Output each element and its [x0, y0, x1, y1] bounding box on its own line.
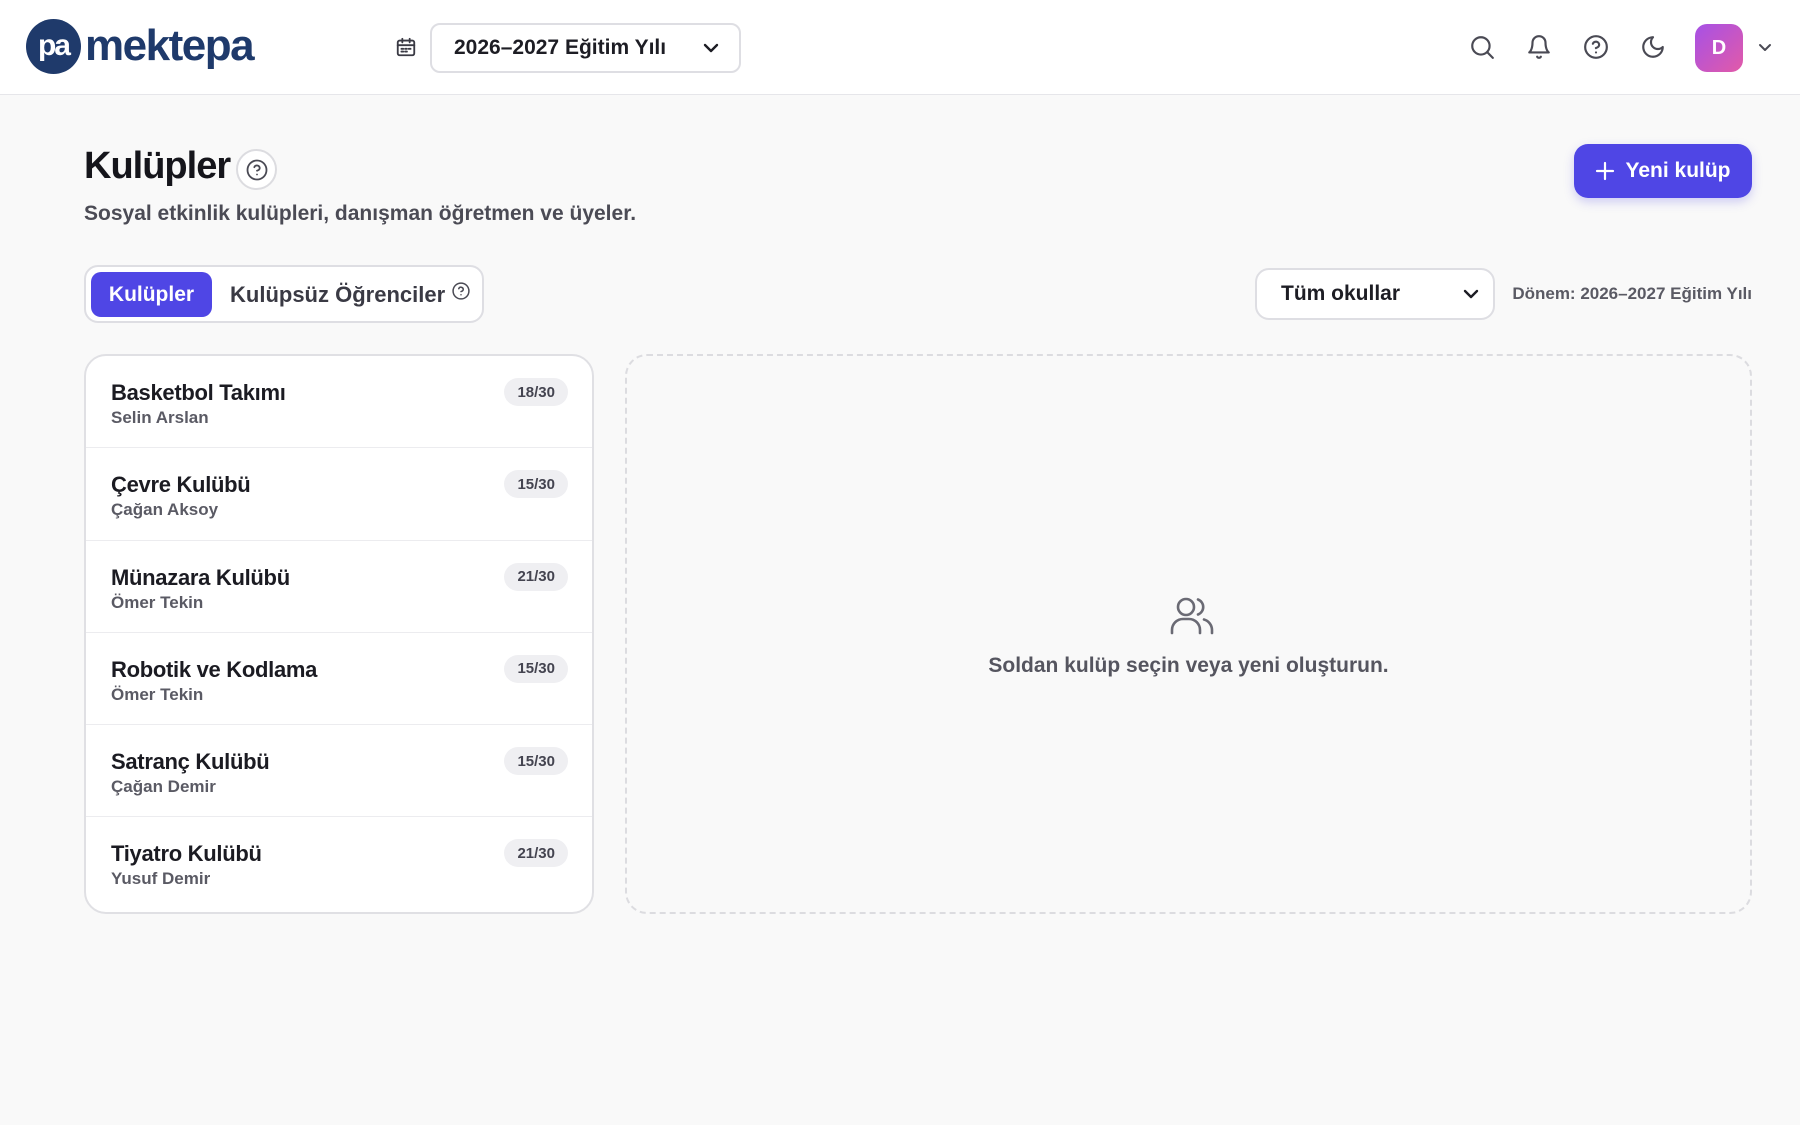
help-icon[interactable]	[451, 281, 471, 301]
page-subtitle: Sosyal etkinlik kulüpleri, danışman öğre…	[84, 202, 637, 225]
academic-year-value: 2026–2027 Eğitim Yılı	[454, 36, 667, 59]
moon-icon[interactable]	[1640, 34, 1666, 60]
club-name: Münazara Kulübü	[111, 564, 290, 590]
club-name: Basketbol Takımı	[111, 380, 286, 405]
app-logo[interactable]: pa mektepa	[26, 18, 255, 74]
school-filter-value: Tüm okullar	[1281, 282, 1401, 305]
club-name: Robotik ve Kodlama	[111, 656, 318, 682]
empty-state-message: Soldan kulüp seçin veya yeni oluşturun.	[988, 654, 1389, 677]
chevron-down-icon	[1463, 289, 1479, 299]
tab-clubless-students[interactable]: Kulüpsüz Öğrenciler	[230, 272, 471, 317]
member-count-badge: 15/30	[504, 654, 568, 683]
chevron-down-icon	[703, 43, 719, 53]
club-detail-panel: Soldan kulüp seçin veya yeni oluşturun.	[625, 354, 1752, 914]
title-help-button[interactable]	[236, 149, 277, 190]
club-list-item[interactable]: Satranç Kulübü Çağan Demir 15/30	[86, 725, 592, 818]
view-tabs: Kulüpler Kulüpsüz Öğrenciler	[84, 265, 484, 323]
club-list-item[interactable]: Basketbol Takımı Selin Arslan 18/30	[86, 356, 592, 449]
club-name: Tiyatro Kulübü	[111, 841, 262, 867]
term-label: Dönem: 2026–2027 Eğitim Yılı	[1512, 284, 1752, 303]
users-icon	[1170, 597, 1214, 635]
search-icon[interactable]	[1469, 34, 1495, 60]
member-count-badge: 15/30	[504, 747, 568, 776]
page-title: Kulüpler	[84, 145, 231, 187]
club-advisor: Yusuf Demir	[111, 869, 211, 889]
bell-icon[interactable]	[1526, 34, 1552, 60]
help-icon[interactable]	[1583, 34, 1609, 60]
club-advisor: Ömer Tekin	[111, 684, 204, 704]
club-advisor: Çağan Demir	[111, 777, 216, 797]
tab-clubless-students-label: Kulüpsüz Öğrenciler	[230, 281, 446, 307]
club-advisor: Çağan Aksoy	[111, 500, 219, 520]
club-list-item[interactable]: Münazara Kulübü Ömer Tekin 21/30	[86, 541, 592, 633]
top-bar: pa mektepa 2026–2027 Eğitim Yılı D	[0, 0, 1800, 95]
club-name: Satranç Kulübü	[111, 749, 270, 775]
new-club-button[interactable]: Yeni kulüp	[1574, 144, 1752, 198]
tab-clubs[interactable]: Kulüpler	[91, 272, 212, 317]
new-club-label: Yeni kulüp	[1625, 159, 1731, 182]
club-name: Çevre Kulübü	[111, 472, 251, 498]
school-filter-select[interactable]: Tüm okullar	[1255, 268, 1495, 320]
help-icon	[246, 159, 267, 180]
member-count-badge: 21/30	[504, 562, 568, 591]
calendar-icon	[396, 37, 416, 57]
logo-text: mektepa	[85, 21, 255, 70]
club-list: Basketbol Takımı Selin Arslan 18/30 Çevr…	[84, 354, 594, 914]
club-list-item[interactable]: Çevre Kulübü Çağan Aksoy 15/30	[86, 448, 592, 541]
logo-mark: pa	[26, 18, 81, 74]
member-count-badge: 21/30	[504, 839, 568, 868]
plus-icon	[1596, 161, 1615, 181]
club-list-item[interactable]: Tiyatro Kulübü Yusuf Demir 21/30	[86, 817, 592, 909]
member-count-badge: 15/30	[504, 470, 568, 499]
club-advisor: Selin Arslan	[111, 408, 209, 427]
member-count-badge: 18/30	[504, 378, 568, 406]
user-avatar[interactable]: D	[1695, 24, 1743, 72]
club-advisor: Ömer Tekin	[111, 592, 204, 612]
academic-year-select[interactable]: 2026–2027 Eğitim Yılı	[430, 23, 741, 73]
chevron-down-icon[interactable]	[1758, 43, 1772, 52]
club-list-item[interactable]: Robotik ve Kodlama Ömer Tekin 15/30	[86, 633, 592, 726]
